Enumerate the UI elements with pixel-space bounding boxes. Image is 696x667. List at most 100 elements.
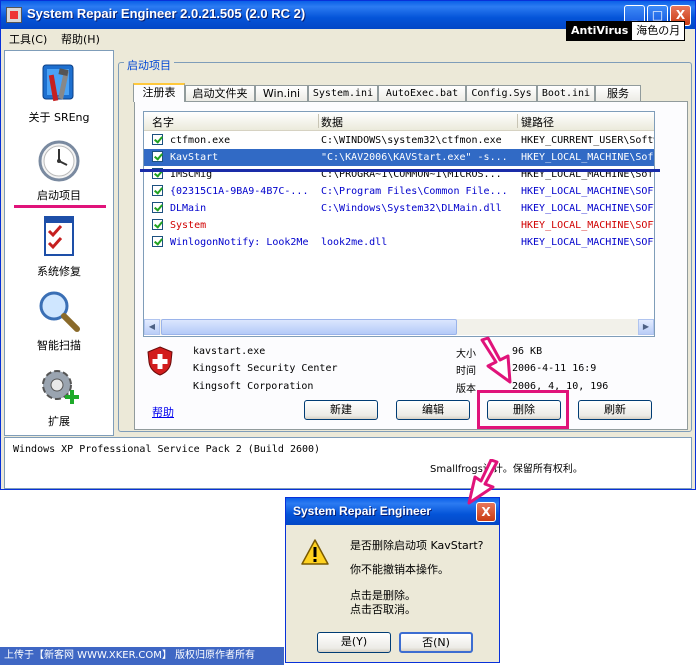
scrollbar-thumb[interactable] bbox=[161, 319, 457, 335]
row-name: System bbox=[170, 220, 207, 231]
new-button[interactable]: 新建 bbox=[304, 400, 378, 420]
list-row[interactable]: System HKEY_LOCAL_MACHINE\SOFTWARE bbox=[144, 217, 654, 234]
dialog-question: 是否删除启动项 KavStart? bbox=[350, 539, 484, 552]
horizontal-scrollbar[interactable]: ◀ ▶ bbox=[144, 319, 654, 335]
sidebar-item-scan[interactable]: 智能扫描 bbox=[5, 289, 113, 353]
help-link[interactable]: 帮助 bbox=[152, 404, 174, 420]
refresh-button[interactable]: 刷新 bbox=[578, 400, 652, 420]
delete-highlight-box bbox=[477, 390, 569, 429]
column-header-path[interactable]: 键路径 bbox=[521, 114, 554, 130]
row-name: DLMain bbox=[170, 203, 207, 214]
info-filename: kavstart.exe bbox=[193, 346, 266, 357]
tab-startup-folder[interactable]: 启动文件夹 bbox=[185, 85, 255, 101]
list-row[interactable]: {02315C1A-9BA9-4B7C-... C:\Program Files… bbox=[144, 183, 654, 200]
sidebar-item-label: 扩展 bbox=[48, 415, 70, 428]
copyright-text: Smallfrogs设计。保留所有权利。 bbox=[430, 464, 583, 475]
row-checkbox[interactable] bbox=[152, 236, 163, 247]
scroll-right-icon[interactable]: ▶ bbox=[638, 319, 654, 335]
os-info: Windows XP Professional Service Pack 2 (… bbox=[13, 444, 321, 455]
row-data: C:\WINDOWS\system32\ctfmon.exe bbox=[321, 135, 502, 146]
row-checkbox[interactable] bbox=[152, 219, 163, 230]
list-row[interactable]: WinlogonNotify: Look2Me look2me.dll HKEY… bbox=[144, 234, 654, 251]
app-icon bbox=[6, 7, 22, 23]
row-data: look2me.dll bbox=[321, 237, 388, 248]
sidebar-item-about[interactable]: 关于 SREng bbox=[5, 61, 113, 125]
confirm-dialog: System Repair Engineer X 是否删除启动项 KavStar… bbox=[285, 497, 500, 663]
sidebar-item-label: 关于 SREng bbox=[28, 111, 90, 124]
upload-footer: 上传于【新客网 WWW.XKER.COM】 版权归原作者所有 bbox=[0, 647, 284, 665]
sidebar: 关于 SREng 启动项目 系统修复 智能扫描 扩展 bbox=[4, 50, 114, 436]
antivirus-label: AntiVirus bbox=[567, 22, 633, 40]
size-label: 大小 bbox=[456, 349, 476, 360]
list-header: 名字 数据 键路径 bbox=[144, 112, 654, 131]
magnifier-icon bbox=[37, 289, 81, 333]
row-name: {02315C1A-9BA9-4B7C-... bbox=[170, 186, 309, 197]
yes-button[interactable]: 是(Y) bbox=[317, 632, 391, 653]
tab-config-sys[interactable]: Config.Sys bbox=[466, 85, 537, 101]
row-path: HKEY_LOCAL_MACHINE\SOFTWARE bbox=[521, 220, 654, 231]
dialog-warning: 你不能撤销本操作。 bbox=[350, 563, 449, 576]
column-separator[interactable] bbox=[318, 114, 319, 128]
shield-icon bbox=[147, 346, 173, 376]
pointer-arrow-icon bbox=[467, 459, 499, 505]
row-name: ctfmon.exe bbox=[170, 135, 231, 146]
row-data: C:\Program Files\Common File... bbox=[321, 186, 508, 197]
tab-services[interactable]: 服务 bbox=[595, 85, 641, 101]
row-path: HKEY_LOCAL_MACHINE\Software bbox=[521, 152, 654, 163]
menu-tools[interactable]: 工具(C) bbox=[9, 31, 47, 47]
tab-system-ini[interactable]: System.ini bbox=[308, 85, 378, 101]
warning-icon bbox=[300, 538, 330, 566]
checklist-icon bbox=[37, 215, 81, 259]
column-separator[interactable] bbox=[517, 114, 518, 128]
menu-help[interactable]: 帮助(H) bbox=[61, 31, 100, 47]
dialog-title: System Repair Engineer bbox=[293, 504, 432, 518]
row-path: HKEY_LOCAL_MACHINE\SOFTWARE bbox=[521, 203, 654, 214]
pointer-arrow-icon bbox=[480, 336, 512, 384]
tab-win-ini[interactable]: Win.ini bbox=[255, 85, 308, 101]
highlight-underline bbox=[14, 205, 106, 208]
tab-autoexec[interactable]: AutoExec.bat bbox=[378, 85, 466, 101]
highlight-underline bbox=[140, 169, 660, 172]
sidebar-item-extend[interactable]: 扩展 bbox=[5, 365, 113, 429]
list-row[interactable]: ctfmon.exe C:\WINDOWS\system32\ctfmon.ex… bbox=[144, 132, 654, 149]
row-name: WinlogonNotify: Look2Me bbox=[170, 237, 309, 248]
tab-boot-ini[interactable]: Boot.ini bbox=[537, 85, 595, 101]
sidebar-item-startup[interactable]: 启动项目 bbox=[5, 139, 113, 203]
row-checkbox[interactable] bbox=[152, 185, 163, 196]
dialog-hint-no: 点击否取消。 bbox=[350, 603, 416, 616]
scroll-left-icon[interactable]: ◀ bbox=[144, 319, 160, 335]
row-checkbox[interactable] bbox=[152, 151, 163, 162]
sidebar-item-label: 智能扫描 bbox=[37, 339, 81, 352]
row-name: KavStart bbox=[170, 152, 219, 163]
window-title: System Repair Engineer 2.0.21.505 (2.0 R… bbox=[27, 6, 306, 21]
version-label: 版本 bbox=[456, 384, 476, 395]
row-path: HKEY_CURRENT_USER\Software bbox=[521, 135, 654, 146]
group-title: 启动项目 bbox=[124, 57, 174, 73]
startup-list[interactable]: 名字 数据 键路径 ctfmon.exe C:\WINDOWS\system32… bbox=[143, 111, 655, 337]
sidebar-item-label: 系统修复 bbox=[37, 265, 81, 278]
no-button[interactable]: 否(N) bbox=[399, 632, 473, 653]
column-header-name[interactable]: 名字 bbox=[152, 114, 174, 130]
row-data: "C:\KAV2006\KAVStart.exe" -s... bbox=[321, 152, 508, 163]
antivirus-author: 海色の月 bbox=[632, 22, 685, 40]
antivirus-watermark: AntiVirus 海色の月 bbox=[566, 21, 686, 41]
time-value: 2006-4-11 16:9 bbox=[512, 363, 597, 374]
sidebar-item-repair[interactable]: 系统修复 bbox=[5, 215, 113, 279]
status-panel: Windows XP Professional Service Pack 2 (… bbox=[4, 437, 692, 489]
list-row[interactable]: DLMain C:\Windows\System32\DLMain.dll HK… bbox=[144, 200, 654, 217]
clock-icon bbox=[37, 139, 81, 183]
edit-button[interactable]: 编辑 bbox=[396, 400, 470, 420]
sidebar-item-label: 启动项目 bbox=[37, 189, 81, 202]
info-description: Kingsoft Security Center bbox=[193, 363, 338, 374]
tools-icon bbox=[37, 61, 81, 105]
row-checkbox[interactable] bbox=[152, 202, 163, 213]
row-path: HKEY_LOCAL_MACHINE\SOFTWARE bbox=[521, 186, 654, 197]
row-path: HKEY_LOCAL_MACHINE\SOFTWARE bbox=[521, 237, 654, 248]
row-checkbox[interactable] bbox=[152, 134, 163, 145]
row-data: C:\Windows\System32\DLMain.dll bbox=[321, 203, 502, 214]
gear-plus-icon bbox=[37, 365, 81, 409]
tab-registry[interactable]: 注册表 bbox=[133, 83, 185, 102]
list-row-selected[interactable]: KavStart "C:\KAV2006\KAVStart.exe" -s...… bbox=[144, 149, 654, 166]
time-label: 时间 bbox=[456, 366, 476, 377]
column-header-data[interactable]: 数据 bbox=[321, 114, 343, 130]
